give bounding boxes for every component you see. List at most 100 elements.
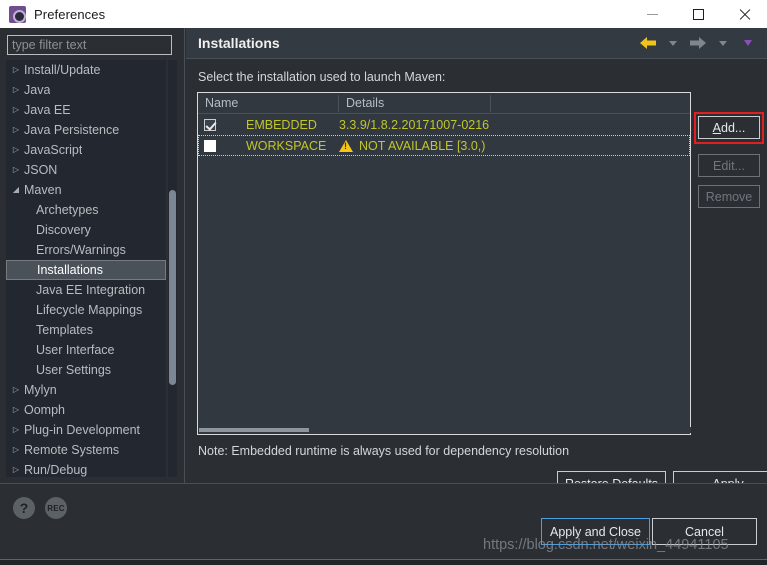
sidebar-item-java[interactable]: ▷ Java <box>6 80 166 100</box>
sidebar-item-json[interactable]: ▷ JSON <box>6 160 166 180</box>
table-row[interactable]: EMBEDDED 3.3.9/1.8.2.20171007-0216 <box>198 114 690 135</box>
sidebar-item-installations[interactable]: Installations <box>6 260 166 280</box>
chevron-right-icon[interactable]: ▷ <box>8 140 24 160</box>
sidebar-item-label: Archetypes <box>36 203 99 217</box>
chevron-right-icon[interactable]: ▷ <box>8 100 24 120</box>
sidebar-item-oomph[interactable]: ▷ Oomph <box>6 400 166 420</box>
filter-input[interactable]: type filter text <box>7 35 172 55</box>
cell-name: WORKSPACE <box>246 138 327 153</box>
sidebar-item-run-debug[interactable]: ▷ Run/Debug <box>6 460 166 477</box>
forward-dropdown-button[interactable] <box>712 32 734 54</box>
forward-button[interactable] <box>687 32 709 54</box>
rec-label: REC <box>47 503 65 513</box>
cell-details: 3.3.9/1.8.2.20171007-0216 <box>339 118 489 132</box>
maximize-icon <box>692 8 704 20</box>
row-checkbox[interactable] <box>204 118 216 131</box>
table-header-row: Name Details <box>198 93 690 114</box>
sidebar-item-label: Errors/Warnings <box>36 243 126 257</box>
edit-button-label: Edit... <box>713 158 745 173</box>
sidebar-item-label: Lifecycle Mappings <box>36 303 143 317</box>
header-divider <box>186 58 767 59</box>
sidebar-item-label: Java Persistence <box>24 123 120 137</box>
sidebar-item-java-ee[interactable]: ▷ Java EE <box>6 100 166 120</box>
chevron-down-icon[interactable]: ◢ <box>8 180 24 200</box>
sidebar-item-label: User Interface <box>36 343 115 357</box>
chevron-right-icon[interactable]: ▷ <box>8 80 24 100</box>
sidebar-item-user-settings[interactable]: User Settings <box>6 360 166 380</box>
page-menu-button[interactable] <box>737 32 759 54</box>
question-mark-icon[interactable]: ? <box>13 497 35 519</box>
sidebar-item-label: Install/Update <box>24 63 101 77</box>
back-arrow-icon <box>640 37 656 49</box>
sidebar-item-mylyn[interactable]: ▷ Mylyn <box>6 380 166 400</box>
page-header: Installations <box>186 28 767 58</box>
window-controls <box>629 0 767 28</box>
chevron-right-icon[interactable]: ▷ <box>8 60 24 80</box>
column-header-filler <box>491 93 690 113</box>
preferences-sidebar: type filter text ▷ Install/Update ▷ Java ▷ Ja… <box>0 28 185 483</box>
sidebar-item-label: Plug-in Development <box>24 423 141 437</box>
sidebar-item-label: Remote Systems <box>24 443 120 457</box>
preferences-content-pane: Installations Select the installation us… <box>186 28 767 496</box>
rec-icon[interactable]: REC <box>45 497 67 519</box>
table-row[interactable]: WORKSPACE NOT AVAILABLE [3.0,) <box>198 135 690 156</box>
preferences-gear-icon <box>9 5 26 23</box>
chevron-right-icon[interactable]: ▷ <box>8 160 24 180</box>
column-header-name[interactable]: Name <box>198 93 339 113</box>
chevron-right-icon[interactable]: ▷ <box>8 420 24 440</box>
table-body: EMBEDDED 3.3.9/1.8.2.20171007-0216 WORKSPA… <box>198 114 690 156</box>
sidebar-item-templates[interactable]: Templates <box>6 320 166 340</box>
maximize-button[interactable] <box>675 0 721 28</box>
close-icon <box>738 8 751 21</box>
row-checkbox[interactable] <box>204 139 216 152</box>
remove-button-label: Remove <box>705 189 753 204</box>
sidebar-item-javascript[interactable]: ▷ JavaScript <box>6 140 166 160</box>
column-header-details[interactable]: Details <box>339 93 491 113</box>
sidebar-item-user-interface[interactable]: User Interface <box>6 340 166 360</box>
sidebar-item-maven[interactable]: ◢ Maven <box>6 180 166 200</box>
preferences-tree[interactable]: ▷ Install/Update ▷ Java ▷ Java EE ▷ Java Persis… <box>6 60 166 477</box>
sidebar-item-label: Java EE Integration <box>36 283 146 297</box>
chevron-down-icon <box>744 40 752 46</box>
background-strip <box>0 560 767 565</box>
table-scrollbar-thumb[interactable] <box>199 428 309 432</box>
page-title: Installations <box>198 35 280 51</box>
sidebar-scrollbar[interactable] <box>168 60 177 477</box>
sidebar-scrollbar-thumb[interactable] <box>169 190 176 385</box>
chevron-right-icon[interactable]: ▷ <box>8 400 24 420</box>
back-dropdown-button[interactable] <box>662 32 684 54</box>
sidebar-item-discovery[interactable]: Discovery <box>6 220 166 240</box>
sidebar-item-label: Maven <box>24 183 62 197</box>
forward-arrow-icon <box>690 37 706 49</box>
chevron-right-icon[interactable]: ▷ <box>8 380 24 400</box>
preferences-dialog-body: type filter text ▷ Install/Update ▷ Java ▷ Ja… <box>0 28 767 565</box>
sidebar-item-java-persistence[interactable]: ▷ Java Persistence <box>6 120 166 140</box>
minimize-button[interactable] <box>629 0 675 28</box>
chevron-right-icon[interactable]: ▷ <box>8 460 24 477</box>
table-horizontal-scrollbar[interactable] <box>199 427 691 433</box>
window-title: Preferences <box>34 6 106 22</box>
close-button[interactable] <box>721 0 767 28</box>
sidebar-item-label: Templates <box>36 323 93 337</box>
sidebar-item-plug-in-development[interactable]: ▷ Plug-in Development <box>6 420 166 440</box>
sidebar-item-java-ee-integration[interactable]: Java EE Integration <box>6 280 166 300</box>
chevron-right-icon[interactable]: ▷ <box>8 440 24 460</box>
back-button[interactable] <box>637 32 659 54</box>
warning-icon <box>339 139 353 152</box>
cell-details: NOT AVAILABLE [3.0,) <box>339 139 485 153</box>
edit-button: Edit... <box>698 154 760 177</box>
installations-table[interactable]: Name Details EMBEDDED 3.3.9/1.8.2.2017100… <box>197 92 691 435</box>
cell-details-text: 3.3.9/1.8.2.20171007-0216 <box>339 117 490 132</box>
instruction-label: Select the installation used to launch M… <box>198 70 446 84</box>
cell-details-text: NOT AVAILABLE [3.0,) <box>359 138 486 153</box>
sidebar-item-label: JSON <box>24 163 58 177</box>
sidebar-item-install-update[interactable]: ▷ Install/Update <box>6 60 166 80</box>
sidebar-item-lifecycle-mappings[interactable]: Lifecycle Mappings <box>6 300 166 320</box>
sidebar-item-label: Java <box>24 83 51 97</box>
window-title-bar: Preferences <box>0 0 767 28</box>
sidebar-item-errors-warnings[interactable]: Errors/Warnings <box>6 240 166 260</box>
chevron-down-icon <box>669 40 677 46</box>
chevron-right-icon[interactable]: ▷ <box>8 120 24 140</box>
sidebar-item-archetypes[interactable]: Archetypes <box>6 200 166 220</box>
sidebar-item-remote-systems[interactable]: ▷ Remote Systems <box>6 440 166 460</box>
